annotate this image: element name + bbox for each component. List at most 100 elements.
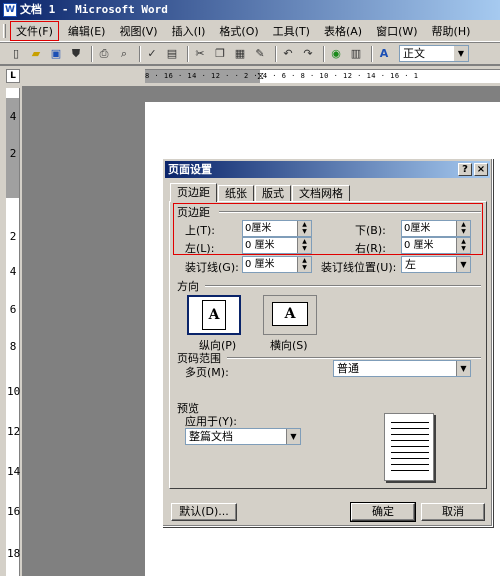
research-icon[interactable]: ▤ bbox=[164, 46, 180, 62]
menu-edit[interactable]: 编辑(E) bbox=[63, 22, 111, 40]
chevron-down-icon[interactable]: ▼ bbox=[456, 361, 470, 376]
open-icon[interactable]: ▰ bbox=[28, 46, 44, 62]
spin-arrows-icon[interactable]: ▲ ▼ bbox=[456, 221, 470, 236]
orientation-group-label: 方向 bbox=[177, 280, 199, 293]
top-margin-value: 0厘米 bbox=[245, 223, 272, 234]
menu-format[interactable]: 格式(O) bbox=[214, 22, 263, 40]
tab-layout[interactable]: 版式 bbox=[255, 185, 291, 202]
chevron-down-icon[interactable]: ▼ bbox=[456, 257, 470, 272]
tab-selector[interactable]: L bbox=[6, 69, 20, 83]
landscape-option[interactable]: A bbox=[263, 295, 317, 335]
apply-to-select[interactable]: 整篇文档 ▼ bbox=[185, 428, 301, 445]
chevron-down-icon[interactable]: ▼ bbox=[286, 429, 300, 444]
right-margin-value: 0 厘米 bbox=[404, 240, 434, 251]
style-combobox-value: 正文 bbox=[403, 47, 425, 60]
paste-icon[interactable]: ▦ bbox=[232, 46, 248, 62]
bottom-margin-input[interactable]: 0厘米 ▲ ▼ bbox=[401, 220, 471, 237]
spin-arrows-icon[interactable]: ▲ ▼ bbox=[456, 238, 470, 253]
vruler-label: 12 bbox=[7, 425, 21, 438]
landscape-label: 横向(S) bbox=[270, 339, 308, 352]
ruler-row: L 8 · 16 · 14 · 12 · · 2 · 4 · 6 · 8 · 1… bbox=[0, 66, 500, 86]
vruler-label: 8 bbox=[9, 340, 17, 353]
menu-help[interactable]: 帮助(H) bbox=[427, 22, 476, 40]
dialog-title: 页面设置 bbox=[168, 163, 212, 176]
gutter-value: 0 厘米 bbox=[245, 259, 275, 270]
cut-icon[interactable]: ✂ bbox=[192, 46, 208, 62]
redo-icon[interactable]: ↷ bbox=[300, 46, 316, 62]
tables-icon[interactable]: ▥ bbox=[348, 46, 364, 62]
menu-file[interactable]: 文件(F) bbox=[10, 20, 59, 41]
default-button[interactable]: 默认(D)... bbox=[171, 503, 237, 521]
standard-toolbar: ▯ ▰ ▣ ⛊ ⎙ ⌕ ✓ ▤ ✂ ❐ ▦ ✎ ↶ ↷ ◉ ▥ A 正文 ▼ bbox=[0, 43, 500, 65]
print-preview-icon[interactable]: ⌕ bbox=[116, 46, 132, 62]
save-icon[interactable]: ▣ bbox=[48, 46, 64, 62]
chevron-down-icon[interactable]: ▼ bbox=[454, 46, 468, 61]
gutter-position-select[interactable]: 左 ▼ bbox=[401, 256, 471, 273]
left-margin-label: 左(L): bbox=[185, 242, 215, 255]
apply-to-value: 整篇文档 bbox=[189, 430, 233, 443]
undo-icon[interactable]: ↶ bbox=[280, 46, 296, 62]
vruler-label: 14 bbox=[7, 465, 21, 478]
menu-insert[interactable]: 插入(I) bbox=[167, 22, 211, 40]
menu-window[interactable]: 窗口(W) bbox=[371, 22, 422, 40]
gutter-position-value: 左 bbox=[405, 258, 416, 271]
left-margin-value: 0 厘米 bbox=[245, 240, 275, 251]
vruler-label: 4 bbox=[9, 265, 17, 278]
vruler-label: 6 bbox=[9, 303, 17, 316]
bottom-margin-label: 下(B): bbox=[355, 224, 386, 237]
format-painter-icon[interactable]: ✎ bbox=[252, 46, 268, 62]
hyperlink-icon[interactable]: ◉ bbox=[328, 46, 344, 62]
print-icon[interactable]: ⎙ bbox=[96, 46, 112, 62]
horizontal-ruler-ticks: 8 · 16 · 14 · 12 · · 2 · 4 · 6 · 8 · 10 … bbox=[145, 72, 419, 80]
portrait-option[interactable]: A bbox=[187, 295, 241, 335]
menu-table[interactable]: 表格(A) bbox=[319, 22, 367, 40]
vruler-label: 10 bbox=[7, 385, 21, 398]
spin-arrows-icon[interactable]: ▲ ▼ bbox=[297, 221, 311, 236]
window-titlebar: W 文档 1 - Microsoft Word bbox=[0, 0, 500, 20]
dialog-titlebar: 页面设置 ? × bbox=[165, 161, 490, 178]
cancel-button[interactable]: 取消 bbox=[421, 503, 485, 521]
permission-icon[interactable]: ⛊ bbox=[68, 46, 84, 62]
spin-arrows-icon[interactable]: ▲ ▼ bbox=[297, 257, 311, 272]
horizontal-ruler[interactable]: 8 · 16 · 14 · 12 · · 2 · 4 · 6 · 8 · 10 … bbox=[145, 69, 500, 83]
right-margin-label: 右(R): bbox=[355, 242, 386, 255]
spelling-icon[interactable]: ✓ bbox=[144, 46, 160, 62]
vruler-label: 18 bbox=[7, 547, 21, 560]
vruler-label: 16 bbox=[7, 505, 21, 518]
spin-arrows-icon[interactable]: ▲ ▼ bbox=[297, 238, 311, 253]
tab-paper[interactable]: 纸张 bbox=[218, 185, 254, 202]
page-preview bbox=[384, 413, 434, 481]
vruler-label: 4 bbox=[9, 110, 17, 123]
window-title: 文档 1 - Microsoft Word bbox=[20, 3, 168, 16]
help-button[interactable]: ? bbox=[458, 163, 472, 176]
right-margin-input[interactable]: 0 厘米 ▲ ▼ bbox=[401, 237, 471, 254]
new-icon[interactable]: ▯ bbox=[8, 46, 24, 62]
left-margin-input[interactable]: 0 厘米 ▲ ▼ bbox=[242, 237, 312, 254]
multiple-pages-select[interactable]: 普通 ▼ bbox=[333, 360, 471, 377]
gutter-position-label: 装订线位置(U): bbox=[321, 261, 397, 274]
gutter-input[interactable]: 0 厘米 ▲ ▼ bbox=[242, 256, 312, 273]
copy-icon[interactable]: ❐ bbox=[212, 46, 228, 62]
indent-marker-icon[interactable]: ⧖ bbox=[257, 70, 265, 83]
style-combobox[interactable]: 正文 ▼ bbox=[399, 45, 469, 62]
tab-margins[interactable]: 页边距 bbox=[170, 183, 217, 202]
tab-document-grid[interactable]: 文档网格 bbox=[292, 185, 350, 202]
menu-tools[interactable]: 工具(T) bbox=[268, 22, 315, 40]
menu-view[interactable]: 视图(V) bbox=[114, 22, 162, 40]
apply-to-label: 应用于(Y): bbox=[185, 415, 238, 428]
close-button[interactable]: × bbox=[474, 163, 488, 176]
multiple-pages-value: 普通 bbox=[337, 362, 359, 375]
top-margin-input[interactable]: 0厘米 ▲ ▼ bbox=[242, 220, 312, 237]
vruler-label: 2 bbox=[9, 230, 17, 243]
vruler-label: 2 bbox=[9, 147, 17, 160]
gutter-label: 装订线(G): bbox=[185, 261, 239, 274]
multiple-pages-label: 多页(M): bbox=[185, 366, 229, 379]
menubar-grip[interactable] bbox=[3, 24, 6, 38]
top-margin-label: 上(T): bbox=[185, 224, 216, 237]
vertical-ruler[interactable]: 4 2 2 4 6 8 10 12 14 16 18 bbox=[6, 88, 20, 576]
page-setup-dialog: 页面设置 ? × 页边距 纸张 版式 文档网格 页边距 上(T): 0厘米 ▲ ▼… bbox=[162, 158, 493, 527]
menubar: 文件(F) 编辑(E) 视图(V) 插入(I) 格式(O) 工具(T) 表格(A… bbox=[0, 20, 500, 42]
ok-button[interactable]: 确定 bbox=[350, 502, 416, 522]
bottom-margin-value: 0厘米 bbox=[404, 223, 431, 234]
styles-icon[interactable]: A bbox=[376, 46, 392, 62]
